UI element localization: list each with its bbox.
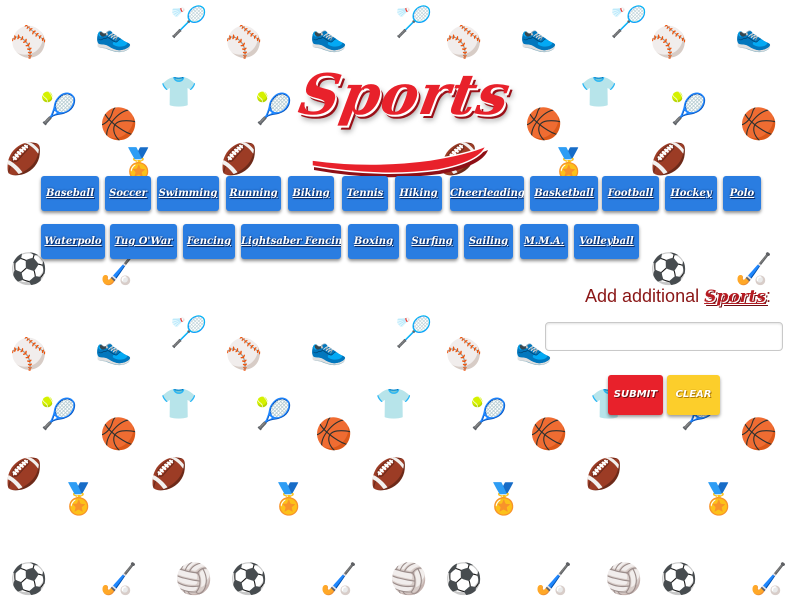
sport-button-hockey[interactable]: Hockey [665, 176, 717, 211]
sport-button-basketball[interactable]: Basketball [530, 176, 598, 211]
sport-button-baseball[interactable]: Baseball [41, 176, 99, 211]
sport-button-cheerleading[interactable]: Cheerleading [450, 176, 524, 211]
logo-swoosh-graphic [311, 146, 488, 178]
sport-button-swimming[interactable]: Swimming [157, 176, 219, 211]
sport-button-fencing[interactable]: Fencing [183, 224, 235, 259]
sport-button-tug-o-war[interactable]: Tug O'War [110, 224, 177, 259]
add-sport-input[interactable] [545, 322, 783, 351]
sport-button-mma[interactable]: M.M.A. [520, 224, 568, 259]
sport-button-lightsaber-fencing[interactable]: Lightsaber Fencing [241, 224, 341, 259]
sport-button-tennis[interactable]: Tennis [342, 176, 388, 211]
add-sports-label: Add additional Sports: [585, 286, 785, 307]
add-sports-label-prefix: Add additional [585, 286, 705, 306]
page: Sports Baseball Soccer Swimming Running … [0, 0, 800, 600]
sport-button-polo[interactable]: Polo [723, 176, 761, 211]
logo-text: Sports [294, 62, 516, 128]
add-sports-label-script: Sports [704, 287, 766, 307]
sport-button-soccer[interactable]: Soccer [105, 176, 151, 211]
sport-button-running[interactable]: Running [226, 176, 281, 211]
sport-button-boxing[interactable]: Boxing [348, 224, 399, 259]
add-sports-label-suffix: : [765, 286, 771, 306]
sport-button-sailing[interactable]: Sailing [464, 224, 513, 259]
clear-button[interactable]: CLEAR [667, 375, 720, 415]
sport-button-volleyball[interactable]: Volleyball [574, 224, 639, 259]
submit-button[interactable]: SUBMIT [608, 375, 663, 415]
sport-button-hiking[interactable]: Hiking [395, 176, 442, 211]
sport-button-waterpolo[interactable]: Waterpolo [41, 224, 105, 259]
sport-button-surfing[interactable]: Surfing [406, 224, 458, 259]
sport-button-biking[interactable]: Biking [288, 176, 334, 211]
sport-button-football[interactable]: Football [602, 176, 659, 211]
sports-logo: Sports [294, 62, 516, 178]
